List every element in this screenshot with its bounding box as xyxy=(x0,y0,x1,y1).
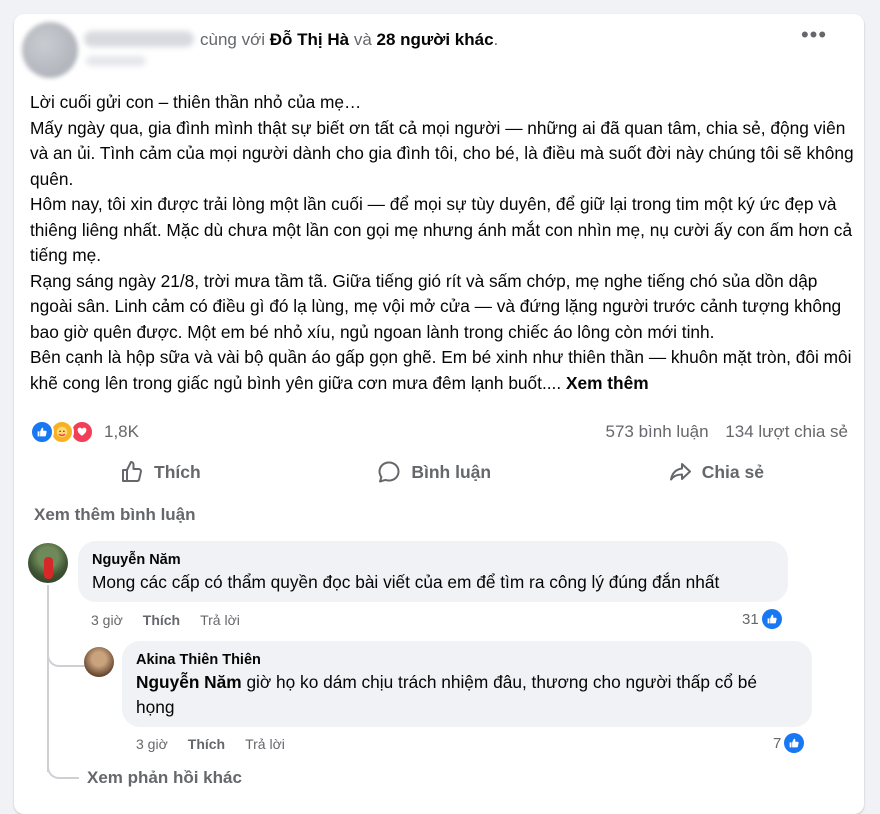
post-paragraph: Lời cuối gửi con – thiên thần nhỏ của mẹ… xyxy=(30,92,362,112)
comment-text: Mong các cấp có thẩm quyền đọc bài viết … xyxy=(92,572,720,592)
view-more-comments-link[interactable]: Xem thêm bình luận xyxy=(34,505,196,525)
with-prefix: cùng với xyxy=(200,30,266,49)
comment-meta: 3 giờ Thích Trả lời xyxy=(91,612,240,628)
reply-avatar[interactable] xyxy=(84,647,114,677)
post-stats: 573 bình luận 134 lượt chia sẻ xyxy=(594,422,848,442)
reply-text: Nguyễn Năm giờ họ ko dám chịu trách nhiệ… xyxy=(136,670,796,720)
author-name-blurred[interactable] xyxy=(84,31,194,47)
share-button[interactable]: Chia sẻ xyxy=(656,454,776,490)
share-count[interactable]: 134 lượt chia sẻ xyxy=(725,422,848,441)
like-icon xyxy=(784,733,805,753)
post-time-blurred[interactable] xyxy=(86,56,146,66)
comment-count[interactable]: 573 bình luận xyxy=(606,422,709,441)
comment-like-button[interactable]: Thích xyxy=(143,612,180,628)
post-paragraph-last: Bên cạnh là hộp sữa và vài bộ quần áo gấ… xyxy=(30,345,860,396)
thumbs-up-icon xyxy=(122,461,142,482)
reply-reply-button[interactable]: Trả lời xyxy=(245,736,285,752)
more-replies-link[interactable]: Xem phản hồi khác xyxy=(87,768,242,788)
share-label: Chia sẻ xyxy=(701,461,764,482)
thread-connector xyxy=(47,752,79,779)
thread-connector xyxy=(47,640,85,667)
author-avatar[interactable] xyxy=(22,22,78,78)
tagged-person-link[interactable]: Đỗ Thị Hà xyxy=(270,30,349,49)
comment-button[interactable]: Bình luận xyxy=(365,454,503,490)
comment-bubble-icon xyxy=(378,461,400,483)
more-options-button[interactable]: ••• xyxy=(800,24,828,50)
comment-time[interactable]: 3 giờ xyxy=(91,612,123,628)
reply-time[interactable]: 3 giờ xyxy=(136,736,168,752)
reply-mention[interactable]: Nguyễn Năm xyxy=(136,672,242,692)
reply-like-button[interactable]: Thích xyxy=(188,736,225,752)
reaction-summary[interactable]: 1,8K xyxy=(30,420,139,444)
reaction-count[interactable]: 1,8K xyxy=(104,422,139,442)
reply-author[interactable]: Akina Thiên Thiên xyxy=(136,652,261,668)
post-paragraph-text: Bên cạnh là hộp sữa và vài bộ quần áo gấ… xyxy=(30,347,852,393)
comment-like-number: 31 xyxy=(742,610,759,628)
see-more-link[interactable]: Xem thêm xyxy=(566,373,649,393)
comment-author[interactable]: Nguyễn Năm xyxy=(92,552,181,568)
post-paragraph: Rạng sáng ngày 21/8, trời mưa tầm tã. Gi… xyxy=(30,270,842,342)
like-button[interactable]: Thích xyxy=(108,454,213,490)
post-paragraph: Hôm nay, tôi xin được trải lòng một lần … xyxy=(30,194,853,265)
reply-bubble: Akina Thiên Thiên Nguyễn Năm giờ họ ko d… xyxy=(122,641,812,727)
tagged-line: cùng với Đỗ Thị Hà và 28 người khác. xyxy=(200,30,498,50)
reply-meta: 3 giờ Thích Trả lời xyxy=(136,736,285,752)
others-link[interactable]: 28 người khác xyxy=(377,30,494,49)
comment-label: Bình luận xyxy=(411,461,492,482)
like-icon xyxy=(761,609,782,629)
reply-like-count[interactable]: 7 xyxy=(773,733,805,753)
and-word: và xyxy=(353,30,372,49)
comment-like-count[interactable]: 31 xyxy=(742,609,782,629)
like-icon xyxy=(30,420,54,444)
share-arrow-icon xyxy=(669,463,691,481)
comment-reply-button[interactable]: Trả lời xyxy=(200,612,240,628)
action-bar: Thích Bình luận Chia sẻ xyxy=(30,452,850,492)
post-body: Lời cuối gửi con – thiên thần nhỏ của mẹ… xyxy=(30,90,860,396)
thread-line xyxy=(47,585,49,772)
reply-like-number: 7 xyxy=(773,734,782,752)
comment-bubble: Nguyễn Năm Mong các cấp có thẩm quyền đọ… xyxy=(78,541,788,602)
commenter-avatar[interactable] xyxy=(28,543,68,583)
like-label: Thích xyxy=(154,461,201,482)
post-paragraph: Mấy ngày qua, gia đình mình thật sự biết… xyxy=(30,117,854,189)
period: . xyxy=(493,30,499,49)
